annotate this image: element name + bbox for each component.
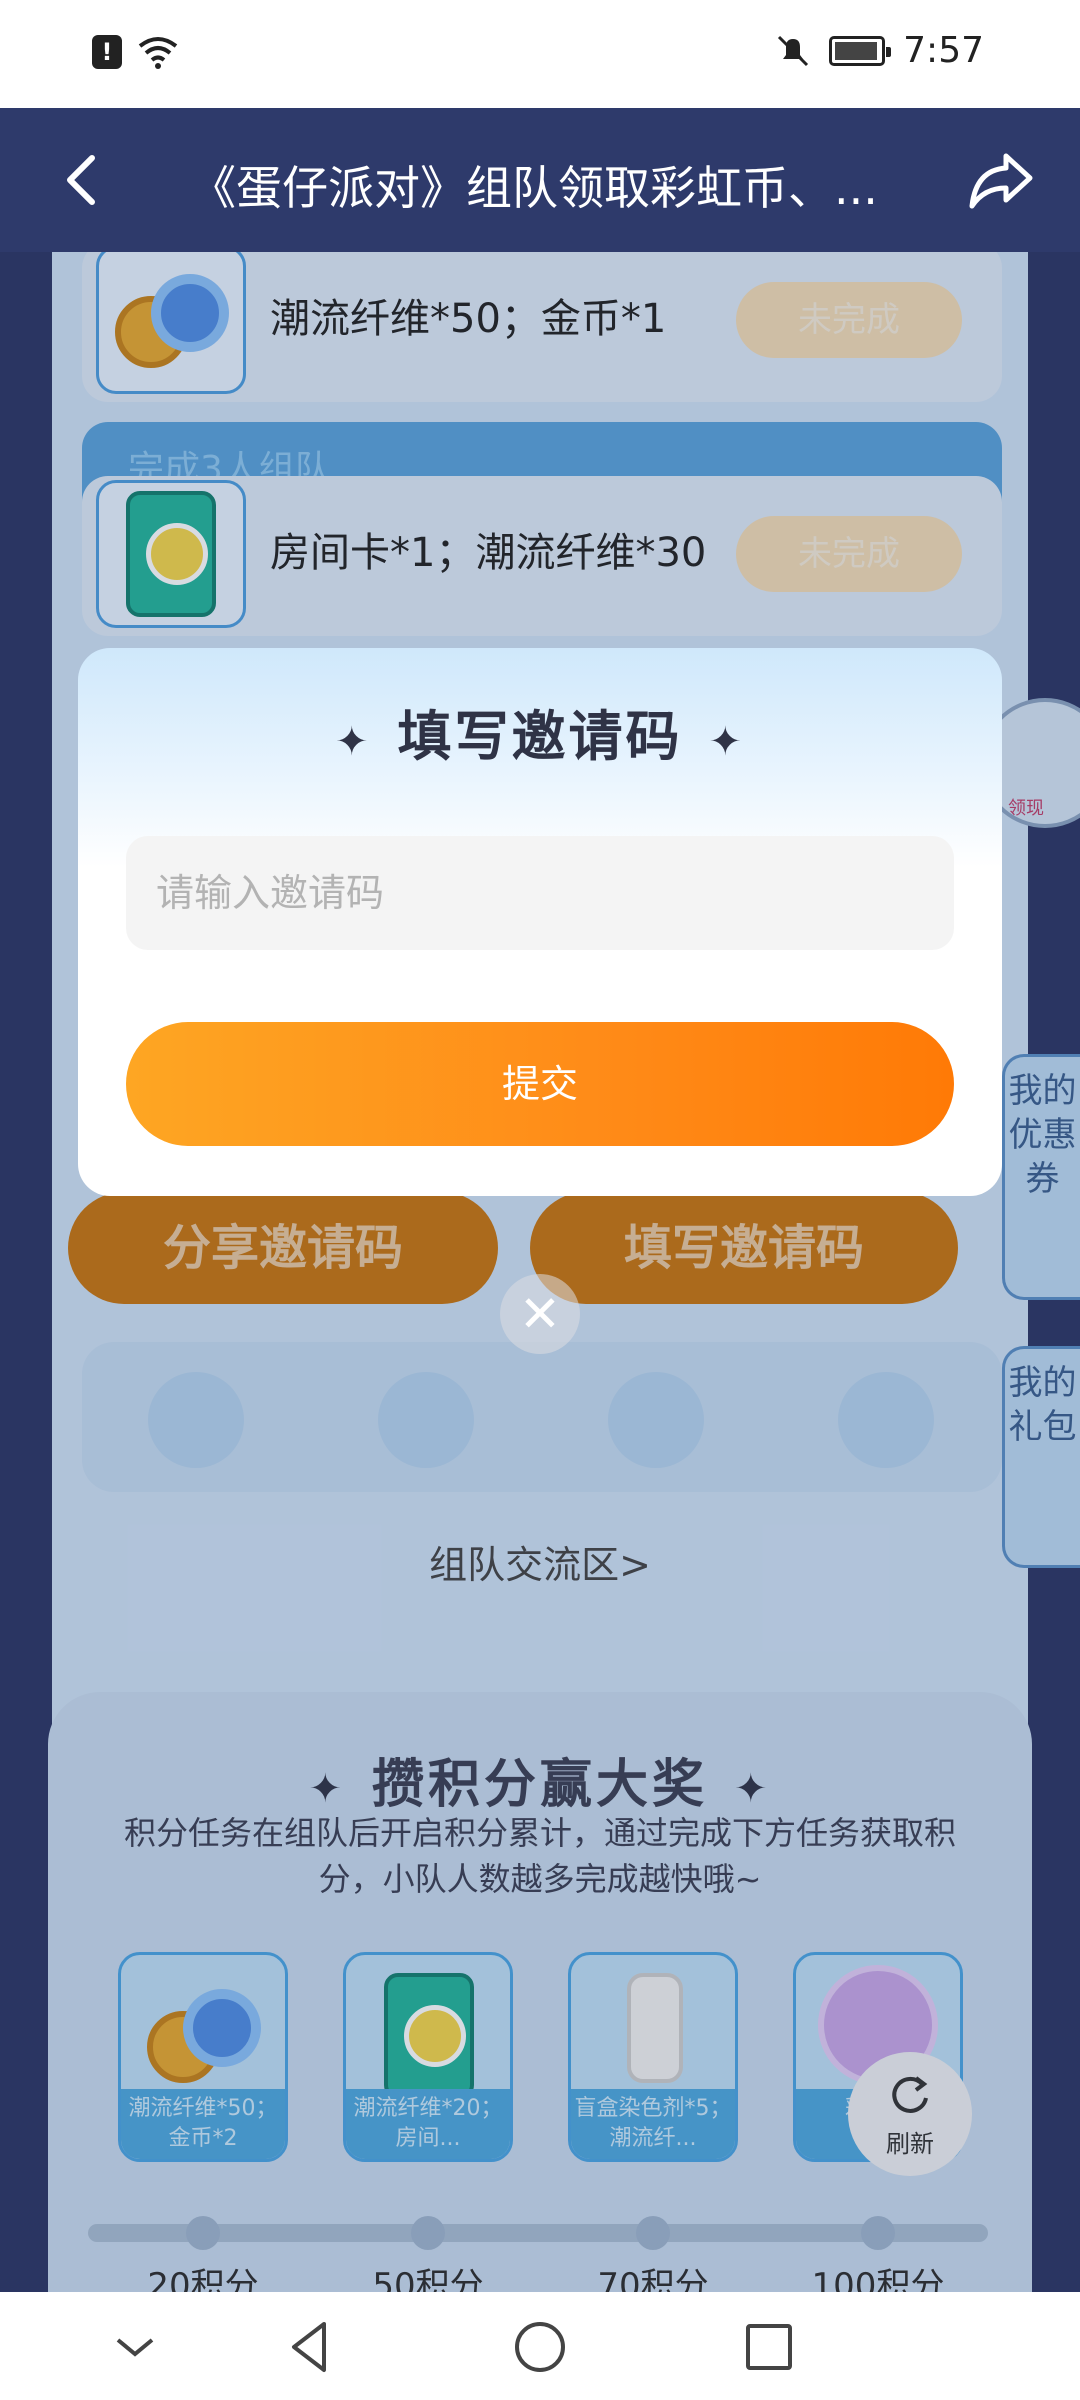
wifi-icon [138, 37, 178, 69]
silent-bell-icon [778, 35, 809, 66]
share-icon[interactable] [966, 148, 1036, 212]
chevron-down-icon[interactable] [100, 2312, 170, 2382]
recents-square-icon[interactable] [734, 2312, 804, 2382]
system-nav-bar [0, 2292, 1080, 2400]
sparkle-icon: ✦ [334, 719, 372, 765]
invite-code-dialog: ✦ 填写邀请码 ✦ 提交 [78, 648, 1002, 1196]
home-circle-icon[interactable] [505, 2312, 575, 2382]
status-right: 7:57 [775, 30, 984, 71]
page-title: 《蛋仔派对》组队领取彩虹币、... [190, 161, 878, 215]
invite-code-input[interactable] [126, 836, 954, 950]
notification-alert-icon: ! [92, 35, 122, 69]
dialog-title: ✦ 填写邀请码 ✦ [78, 692, 1002, 771]
status-left: ! [92, 34, 180, 70]
sparkle-icon: ✦ [708, 719, 746, 765]
battery-icon [829, 35, 892, 66]
close-icon[interactable]: ✕ [500, 1274, 580, 1354]
status-bar: ! 7:57 [0, 0, 1080, 108]
back-triangle-icon[interactable] [274, 2312, 344, 2382]
back-arrow-icon[interactable] [52, 148, 116, 212]
status-time: 7:57 [903, 30, 984, 71]
dialog-title-text: 填写邀请码 [397, 705, 683, 768]
modal-backdrop[interactable] [0, 252, 1080, 2292]
submit-button[interactable]: 提交 [126, 1022, 954, 1146]
top-nav-bar: 《蛋仔派对》组队领取彩虹币、... [0, 108, 1080, 252]
